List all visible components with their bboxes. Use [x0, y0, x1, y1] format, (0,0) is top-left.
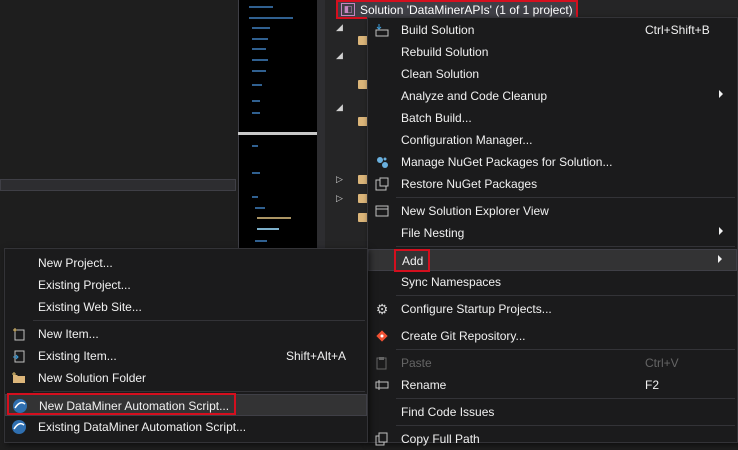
menu-item-batch-build[interactable]: Batch Build...	[368, 107, 737, 129]
paste-icon	[374, 355, 390, 371]
menu-item-clean-solution[interactable]: Clean Solution	[368, 63, 737, 85]
solution-context-menu: Build Solution Ctrl+Shift+B Rebuild Solu…	[367, 17, 738, 446]
menu-item-rename[interactable]: Rename F2	[368, 374, 737, 396]
menu-separator	[33, 391, 365, 392]
git-icon	[374, 328, 390, 344]
menu-item-sync-namespaces[interactable]: Sync Namespaces	[368, 271, 737, 293]
menu-item-restore-nuget[interactable]: Restore NuGet Packages	[368, 173, 737, 195]
solution-icon: ◧	[341, 3, 355, 16]
collapse-arrow-icon[interactable]: ◢	[336, 102, 343, 113]
existing-item-icon	[11, 348, 27, 364]
horizontal-scrollbar[interactable]	[0, 179, 236, 191]
highlight-box	[394, 249, 430, 272]
highlight-box	[7, 393, 236, 415]
menu-item-existing-item[interactable]: Existing Item... Shift+Alt+A	[5, 345, 367, 367]
menu-item-new-item[interactable]: New Item...	[5, 323, 367, 345]
menu-item-configure-startup[interactable]: ⚙ Configure Startup Projects...	[368, 298, 737, 320]
menu-item-new-project[interactable]: New Project...	[5, 252, 367, 274]
restore-icon	[374, 176, 390, 192]
new-item-icon	[11, 326, 27, 342]
collapse-arrow-icon[interactable]: ◢	[336, 22, 343, 33]
gear-icon: ⚙	[375, 300, 389, 317]
menu-item-new-explorer-view[interactable]: New Solution Explorer View	[368, 200, 737, 222]
nuget-icon	[374, 154, 390, 170]
menu-item-existing-dataminer-script[interactable]: Existing DataMiner Automation Script...	[5, 416, 367, 438]
menu-item-copy-full-path[interactable]: Copy Full Path	[368, 428, 737, 450]
build-icon	[374, 22, 390, 38]
copy-icon	[374, 431, 390, 447]
code-minimap[interactable]	[238, 0, 318, 250]
explorer-view-icon	[374, 203, 390, 219]
menu-separator	[396, 197, 735, 198]
menu-item-existing-project[interactable]: Existing Project...	[5, 274, 367, 296]
menu-item-rebuild-solution[interactable]: Rebuild Solution	[368, 41, 737, 63]
minimap-viewport-divider	[238, 132, 317, 135]
menu-item-find-code-issues[interactable]: Find Code Issues	[368, 401, 737, 423]
solution-label: Solution 'DataMinerAPIs' (1 of 1 project…	[360, 2, 573, 17]
vertical-scrollbar[interactable]	[317, 0, 325, 250]
menu-separator	[396, 349, 735, 350]
rename-icon	[374, 377, 390, 393]
dataminer-icon	[11, 419, 27, 435]
expand-arrow-icon[interactable]: ▷	[336, 193, 343, 204]
menu-separator	[33, 320, 365, 321]
menu-item-new-solution-folder[interactable]: New Solution Folder	[5, 367, 367, 389]
menu-item-build-solution[interactable]: Build Solution Ctrl+Shift+B	[368, 19, 737, 41]
folder-icon	[11, 370, 27, 386]
menu-separator	[396, 398, 735, 399]
submenu-arrow-icon	[719, 227, 723, 235]
menu-item-paste[interactable]: Paste Ctrl+V	[368, 352, 737, 374]
expand-arrow-icon[interactable]: ▷	[336, 174, 343, 185]
menu-item-configuration-manager[interactable]: Configuration Manager...	[368, 129, 737, 151]
menu-separator	[396, 295, 735, 296]
menu-item-create-git-repo[interactable]: Create Git Repository...	[368, 325, 737, 347]
menu-item-file-nesting[interactable]: File Nesting	[368, 222, 737, 244]
menu-item-manage-nuget[interactable]: Manage NuGet Packages for Solution...	[368, 151, 737, 173]
menu-separator	[396, 246, 735, 247]
menu-separator	[396, 425, 735, 426]
submenu-arrow-icon	[719, 90, 723, 98]
add-submenu: New Project... Existing Project... Exist…	[4, 248, 368, 443]
submenu-arrow-icon	[718, 255, 722, 263]
collapse-arrow-icon[interactable]: ◢	[336, 50, 343, 61]
menu-item-existing-web-site[interactable]: Existing Web Site...	[5, 296, 367, 318]
menu-item-analyze-cleanup[interactable]: Analyze and Code Cleanup	[368, 85, 737, 107]
